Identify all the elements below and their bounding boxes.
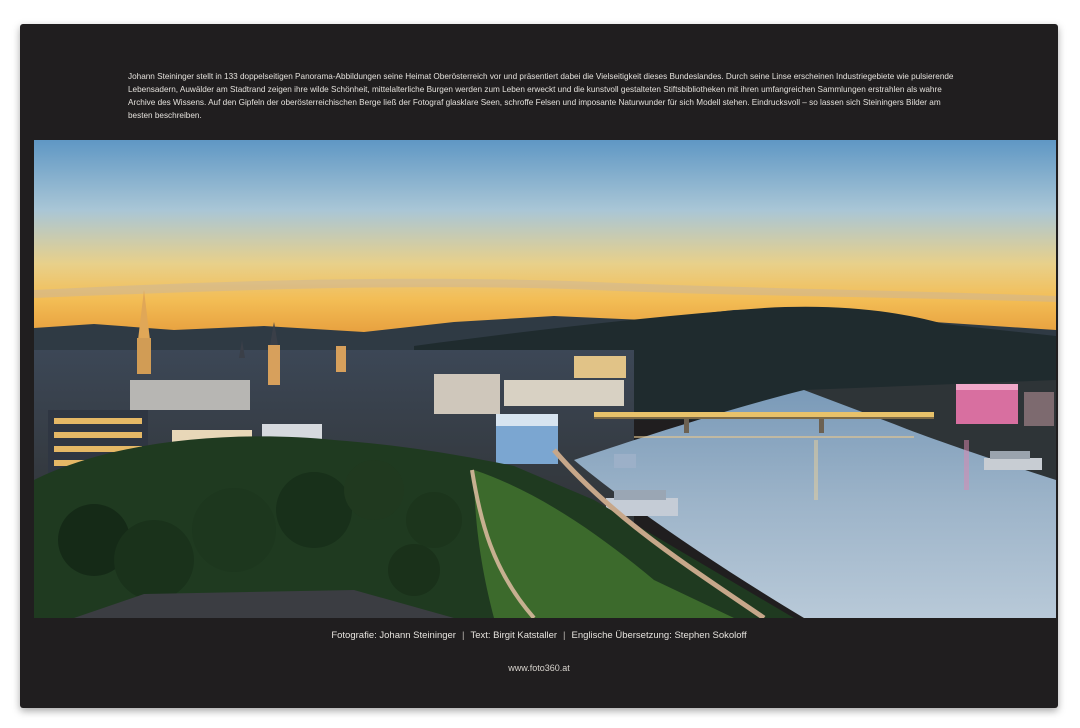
credits-line: Fotografie: Johann Steininger | Text: Birg…: [20, 630, 1058, 641]
panorama-photo: [34, 140, 1056, 618]
website-url: www.foto360.at: [508, 663, 570, 673]
book-back-cover: Johann Steininger stellt in 133 doppelse…: [20, 24, 1058, 708]
translation-credit: Englische Übersetzung: Stephen Sokoloff: [571, 630, 747, 641]
photo-credit: Fotografie: Johann Steininger: [331, 630, 456, 641]
text-credit: Text: Birgit Katstaller: [470, 630, 558, 641]
linz-panorama-illustration: [34, 140, 1056, 618]
book-blurb: Johann Steininger stellt in 133 doppelse…: [128, 72, 954, 120]
credit-separator: |: [461, 630, 465, 641]
credit-separator: |: [563, 630, 566, 641]
